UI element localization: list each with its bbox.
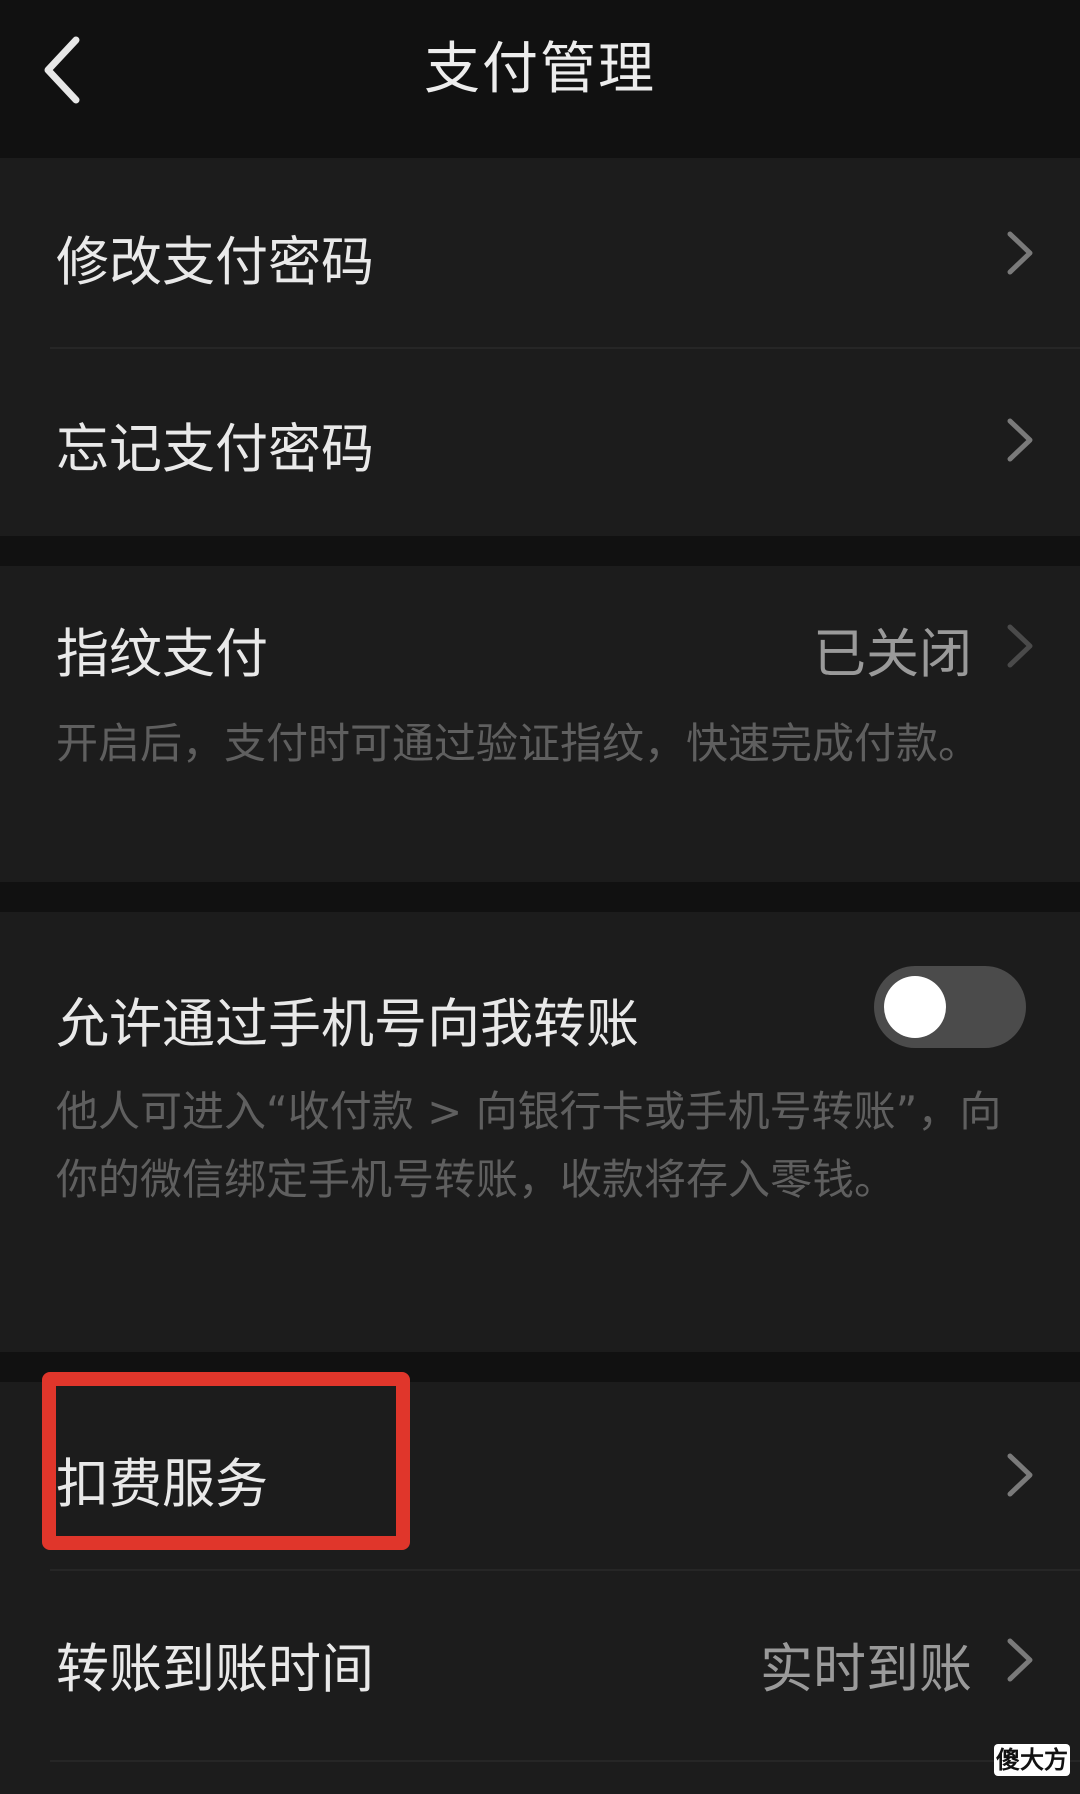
transfer-time-label: 转账到账时间 <box>56 1639 374 1700</box>
chevron-right-icon <box>1007 1453 1033 1497</box>
fingerprint-row[interactable]: 指纹支付 已关闭 开启后，支付时可通过验证指纹，快速完成付款。 <box>0 566 1080 882</box>
password-group: 修改支付密码 忘记支付密码 <box>0 158 1080 536</box>
forgot-password-row[interactable]: 忘记支付密码 <box>0 349 1080 536</box>
fingerprint-group: 指纹支付 已关闭 开启后，支付时可通过验证指纹，快速完成付款。 <box>0 566 1080 882</box>
change-password-label: 修改支付密码 <box>56 232 374 293</box>
row-divider <box>50 1760 1080 1762</box>
fingerprint-label: 指纹支付 <box>56 624 268 685</box>
phone-transfer-label: 允许通过手机号向我转账 <box>56 994 639 1055</box>
top-bar: 支付管理 <box>0 0 1080 156</box>
chevron-right-icon <box>1007 418 1033 462</box>
fingerprint-status: 已关闭 <box>813 624 972 685</box>
change-password-row[interactable]: 修改支付密码 <box>0 158 1080 346</box>
chevron-right-icon <box>1007 1638 1033 1682</box>
phone-transfer-description: 他人可进入“收付款 > 向银行卡或手机号转账”，向你的微信绑定手机号转账，收款将… <box>56 1087 1002 1204</box>
page-title: 支付管理 <box>424 37 656 102</box>
phone-transfer-row: 允许通过手机号向我转账 他人可进入“收付款 > 向银行卡或手机号转账”，向你的微… <box>0 912 1080 1352</box>
chevron-right-icon <box>1007 231 1033 275</box>
chevron-right-icon <box>1007 624 1033 668</box>
highlight-annotation <box>42 1372 410 1550</box>
transfer-time-value: 实时到账 <box>760 1639 972 1700</box>
fingerprint-description: 开启后，支付时可通过验证指纹，快速完成付款。 <box>56 719 981 768</box>
watermark-logo: 傻大方 <box>994 1744 1070 1776</box>
toggle-knob <box>884 976 946 1038</box>
phone-transfer-group: 允许通过手机号向我转账 他人可进入“收付款 > 向银行卡或手机号转账”，向你的微… <box>0 912 1080 1352</box>
phone-transfer-toggle[interactable] <box>874 966 1026 1048</box>
transfer-time-row[interactable]: 转账到账时间 实时到账 <box>0 1571 1080 1759</box>
forgot-password-label: 忘记支付密码 <box>56 419 374 480</box>
